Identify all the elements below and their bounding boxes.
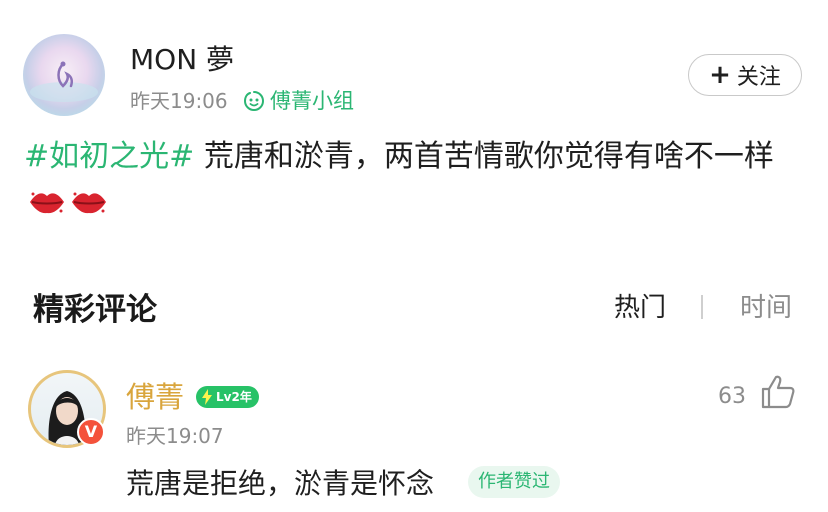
post-author-name[interactable]: MON 夢 xyxy=(130,42,234,78)
post-content: #如初之光# 荒唐和淤青，两首苦情歌你觉得有啥不一样 xyxy=(24,132,804,233)
group-smile-icon xyxy=(243,91,265,112)
avatar-art xyxy=(30,61,98,102)
level-badge[interactable]: Lv2年 xyxy=(196,386,259,408)
commenter-name[interactable]: 傅菁 xyxy=(126,378,184,416)
group-link[interactable]: 傅菁小组 xyxy=(243,87,354,115)
kiss-lips-icon xyxy=(70,183,108,233)
follow-button[interactable]: + 关注 xyxy=(688,54,802,96)
level-badge-text: Lv2年 xyxy=(216,390,252,404)
comment-text: 荒唐是拒绝，淤青是怀念 xyxy=(126,467,435,500)
group-name: 傅菁小组 xyxy=(270,89,354,113)
plus-icon: + xyxy=(709,60,731,90)
sort-time-tab[interactable]: 时间 xyxy=(740,290,792,326)
thumbs-up-icon[interactable] xyxy=(760,374,796,410)
sort-hot-tab[interactable]: 热门 xyxy=(614,290,666,326)
post-author-avatar[interactable] xyxy=(23,34,105,116)
verified-badge: V xyxy=(77,418,105,446)
sort-divider xyxy=(701,295,703,319)
comments-section-title: 精彩评论 xyxy=(33,292,157,328)
kiss-lips-icon xyxy=(28,183,66,233)
hashtag-link[interactable]: #如初之光# xyxy=(24,139,194,174)
author-liked-badge: 作者赞过 xyxy=(468,466,560,498)
follow-label: 关注 xyxy=(736,65,781,90)
comment-timestamp: 昨天19:07 xyxy=(126,424,224,448)
post-timestamp: 昨天19:06 xyxy=(130,89,228,113)
lightning-icon xyxy=(202,389,212,405)
post-body-text: 荒唐和淤青，两首苦情歌你觉得有啥不一样 xyxy=(194,139,774,174)
like-count: 63 xyxy=(718,384,746,409)
